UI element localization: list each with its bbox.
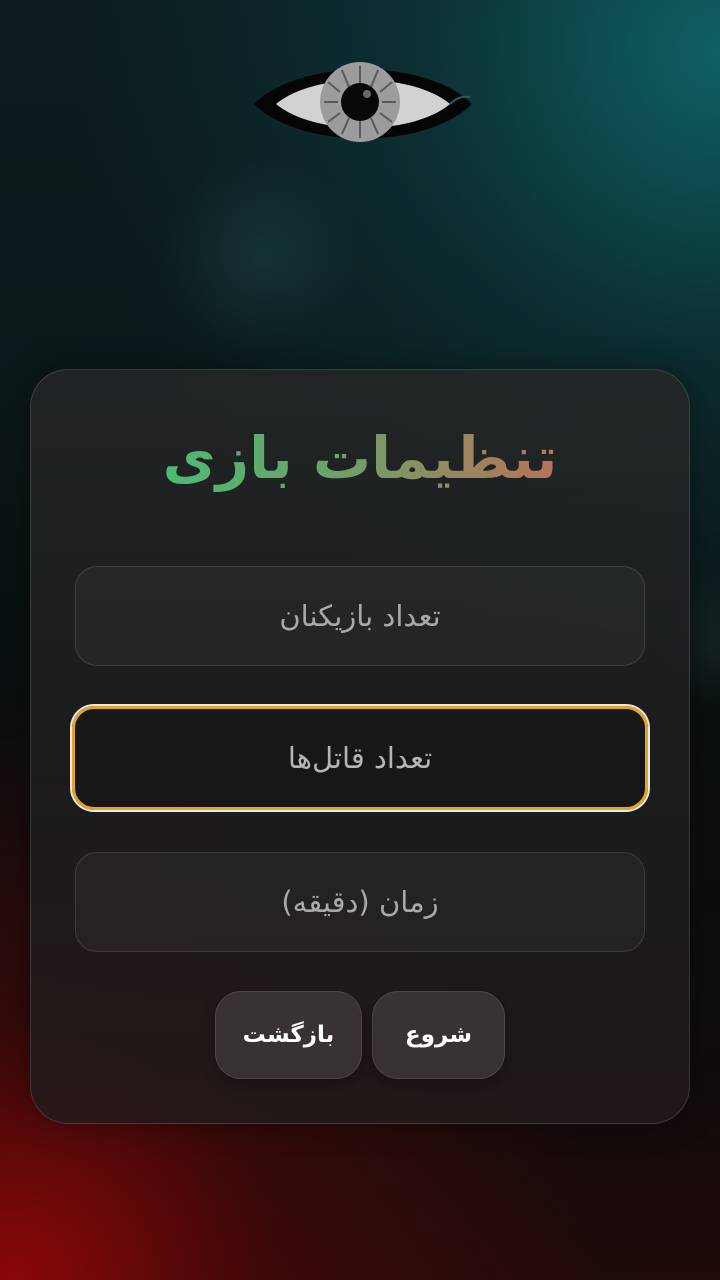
killers-count-placeholder: تعداد قاتل‌ها [287, 741, 433, 775]
page-title: تنظیمات بازی [0, 410, 720, 506]
eye-icon [250, 52, 476, 156]
back-button-label: بازگشت [242, 1022, 335, 1048]
killers-count-input[interactable]: تعداد قاتل‌ها [72, 706, 648, 810]
start-button-label: شروع [405, 1022, 472, 1048]
players-count-input[interactable]: تعداد بازیکنان [75, 566, 645, 666]
time-minutes-placeholder: زمان (دقیقه) [281, 885, 439, 919]
start-button[interactable]: شروع [372, 991, 505, 1079]
back-button[interactable]: بازگشت [215, 991, 362, 1079]
players-count-placeholder: تعداد بازیکنان [279, 599, 441, 633]
time-minutes-input[interactable]: زمان (دقیقه) [75, 852, 645, 952]
